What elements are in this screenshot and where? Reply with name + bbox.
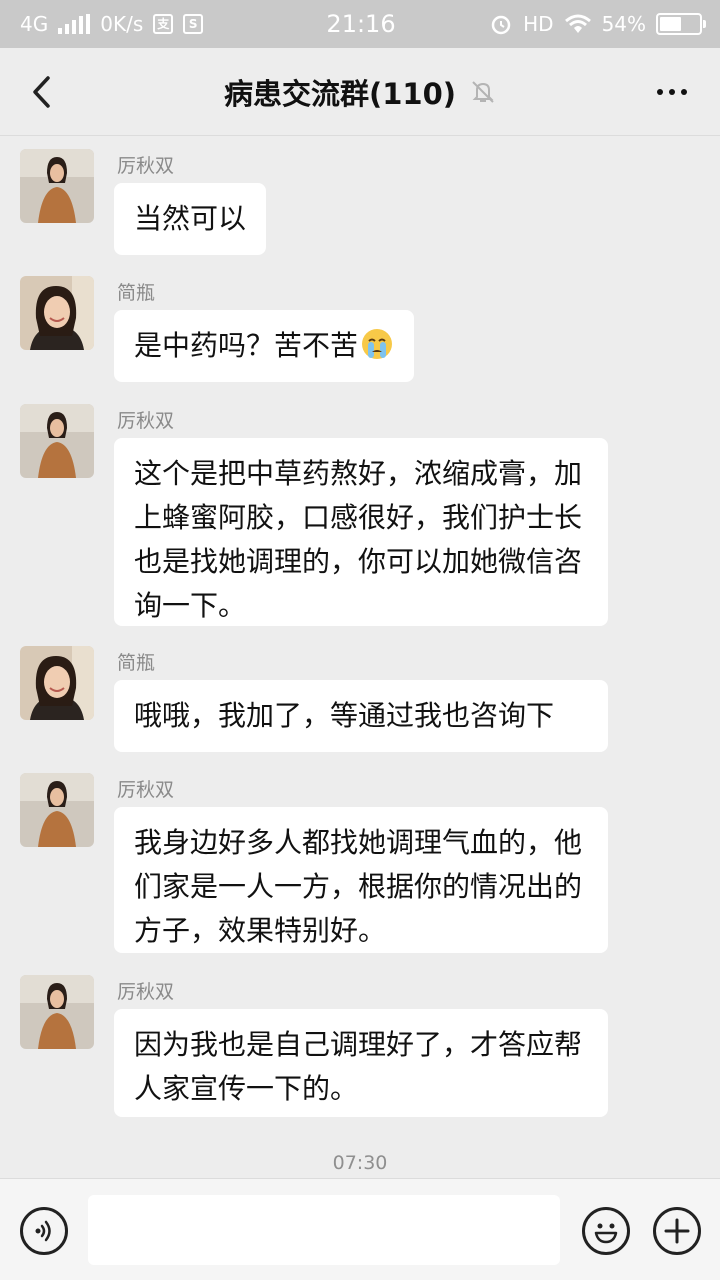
payment-notification-icon: 支 — [153, 14, 174, 34]
more-icon — [657, 89, 663, 95]
more-button[interactable] — [650, 74, 694, 110]
message-item: 厉秋双 当然可以 — [20, 137, 620, 262]
input-bar — [0, 1178, 720, 1280]
message-text: 因为我也是自己调理好了，才答应帮人家宣传一下的。 — [134, 1028, 583, 1105]
avatar-jianping[interactable] — [20, 276, 94, 350]
sender-name: 厉秋双 — [117, 410, 175, 432]
emoji-button[interactable] — [582, 1207, 630, 1255]
avatar-liqiushuang[interactable] — [20, 773, 94, 847]
battery-icon — [656, 13, 707, 35]
s-notification-icon: S — [183, 14, 204, 34]
message-text: 这个是把中草药熬好，浓缩成膏，加上蜂蜜阿胶，口感很好，我们护士长也是找她调理的，… — [134, 457, 583, 622]
avatar-liqiushuang[interactable] — [20, 404, 94, 478]
message-item: 厉秋双 因为我也是自己调理好了，才答应帮人家宣传一下的。 — [20, 963, 620, 1123]
alarm-icon — [491, 15, 511, 35]
message-bubble[interactable]: 当然可以 — [114, 183, 267, 255]
mute-bell-icon — [472, 80, 494, 103]
clock: 21:16 — [326, 10, 396, 38]
chat-header: 病患交流群(110) — [0, 48, 720, 136]
chat-title: 病患交流群(110) — [223, 76, 457, 111]
battery-percent: 54% — [601, 12, 647, 36]
message-text: 当然可以 — [134, 202, 247, 235]
message-bubble[interactable]: 我身边好多人都找她调理气血的，他们家是一人一方，根据你的情况出的方子，效果特别好… — [114, 807, 608, 953]
crying-face-emoji-icon — [362, 329, 393, 359]
voice-button[interactable] — [20, 1207, 68, 1255]
avatar-liqiushuang[interactable] — [20, 975, 94, 1049]
message-text: 我身边好多人都找她调理气血的，他们家是一人一方，根据你的情况出的方子，效果特别好… — [134, 826, 583, 947]
back-button[interactable] — [20, 70, 64, 114]
plus-icon — [664, 1218, 690, 1244]
message-item: 简瓶 哦哦，我加了，等通过我也咨询下 — [20, 634, 620, 759]
network-speed: 0K/s — [100, 12, 144, 36]
message-bubble[interactable]: 哦哦，我加了，等通过我也咨询下 — [114, 680, 608, 752]
message-item: 厉秋双 我身边好多人都找她调理气血的，他们家是一人一方，根据你的情况出的方子，效… — [20, 761, 620, 961]
emoji-icon — [594, 1223, 618, 1244]
message-text: 是中药吗？苦不苦 — [134, 329, 359, 362]
message-bubble[interactable]: 是中药吗？苦不苦 — [114, 310, 415, 382]
battery-level — [660, 17, 682, 31]
sender-name: 厉秋双 — [117, 155, 175, 177]
message-bubble[interactable]: 这个是把中草药熬好，浓缩成膏，加上蜂蜜阿胶，口感很好，我们护士长也是找她调理的，… — [114, 438, 608, 626]
sender-name: 简瓶 — [117, 282, 156, 304]
signal-icon — [58, 14, 91, 34]
voice-icon — [35, 1220, 51, 1242]
hd-indicator: HD — [523, 12, 554, 36]
wifi-icon — [564, 14, 591, 33]
message-input[interactable] — [88, 1195, 560, 1265]
avatar-jianping[interactable] — [20, 646, 94, 720]
sender-name: 厉秋双 — [117, 981, 175, 1003]
sender-name: 简瓶 — [117, 652, 156, 674]
more-functions-button[interactable] — [653, 1207, 701, 1255]
message-item: 简瓶 是中药吗？苦不苦 — [20, 264, 620, 389]
message-bubble[interactable]: 因为我也是自己调理好了，才答应帮人家宣传一下的。 — [114, 1009, 608, 1117]
message-item: 厉秋双 这个是把中草药熬好，浓缩成膏，加上蜂蜜阿胶，口感很好，我们护士长也是找她… — [20, 392, 620, 632]
time-divider: 07:30 — [332, 1152, 388, 1174]
status-bar: 4G 0K/s 支 S 21:16 HD 54% — [0, 0, 720, 48]
message-list[interactable]: 厉秋双 当然可以 简瓶 是中药吗？苦不苦 厉秋双 这个是把中草药熬好，浓缩成膏，… — [0, 137, 720, 1177]
sender-name: 厉秋双 — [117, 779, 175, 801]
avatar-liqiushuang[interactable] — [20, 149, 94, 223]
message-text: 哦哦，我加了，等通过我也咨询下 — [134, 699, 555, 732]
network-type: 4G — [20, 12, 49, 36]
back-icon — [33, 76, 50, 108]
